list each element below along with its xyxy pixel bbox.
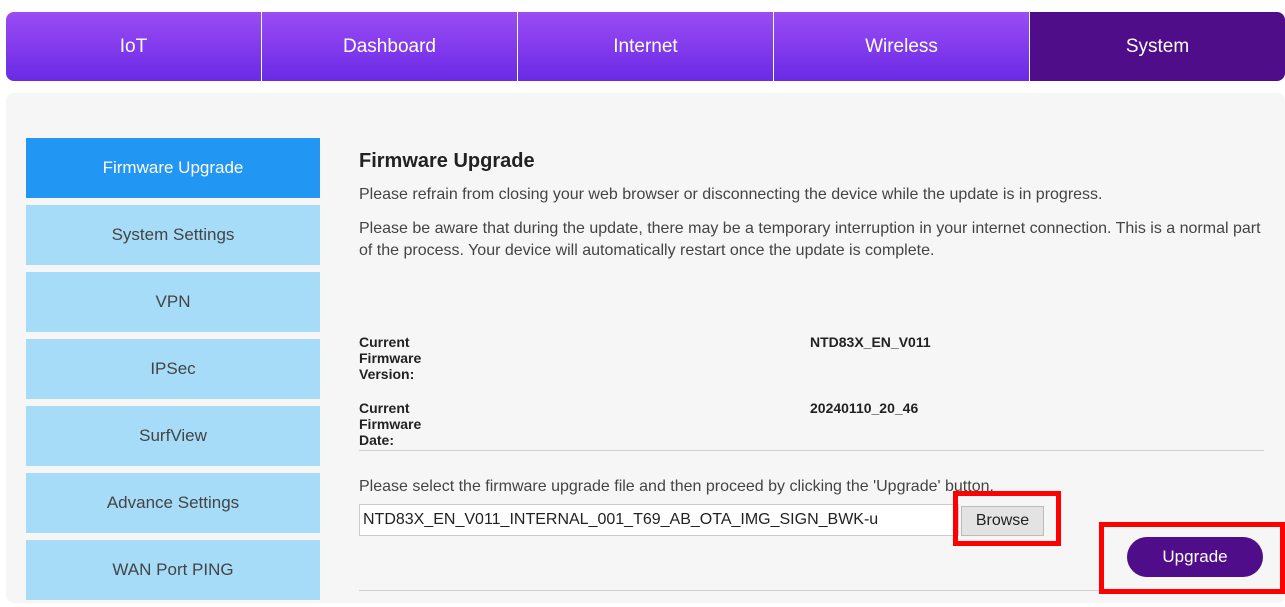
file-name-value: NTD83X_EN_V011_INTERNAL_001_T69_AB_OTA_I… [363, 511, 879, 528]
file-input[interactable]: NTD83X_EN_V011_INTERNAL_001_T69_AB_OTA_I… [359, 504, 959, 536]
tab-iot[interactable]: IoT [6, 12, 262, 81]
firmware-date-value: 20240110_20_46 [810, 400, 919, 416]
firmware-date-label: Current Firmware Date: [359, 400, 422, 448]
sidebar-item-surfview[interactable]: SurfView [26, 406, 320, 466]
firmware-version-label: Current Firmware Version: [359, 334, 422, 382]
top-navigation: IoT Dashboard Internet Wireless System [6, 12, 1285, 81]
sidebar-item-wan-port-ping[interactable]: WAN Port PING [26, 540, 320, 600]
sidebar-item-firmware-upgrade[interactable]: Firmware Upgrade [26, 138, 320, 198]
sidebar-item-system-settings[interactable]: System Settings [26, 205, 320, 265]
firmware-version-value: NTD83X_EN_V011 [810, 334, 931, 350]
highlight-browse-box [953, 491, 1061, 546]
tab-system[interactable]: System [1030, 12, 1285, 81]
notice-text-2: Please be aware that during the update, … [359, 220, 1261, 259]
sidebar-item-ipsec[interactable]: IPSec [26, 339, 320, 399]
sidebar-item-vpn[interactable]: VPN [26, 272, 320, 332]
firmware-upgrade-content: Firmware Upgrade Please refrain from clo… [359, 150, 1264, 591]
notice-text-1: Please refrain from closing your web bro… [359, 186, 1103, 203]
select-file-instruction: Please select the firmware upgrade file … [359, 478, 994, 495]
highlight-upgrade-box [1099, 522, 1285, 594]
tab-dashboard[interactable]: Dashboard [262, 12, 518, 81]
tab-internet[interactable]: Internet [518, 12, 774, 81]
sidebar: Firmware Upgrade System Settings VPN IPS… [26, 138, 320, 607]
page-title: Firmware Upgrade [359, 150, 535, 172]
sidebar-item-advance-settings[interactable]: Advance Settings [26, 473, 320, 533]
divider [359, 450, 1264, 451]
tab-wireless[interactable]: Wireless [774, 12, 1030, 81]
